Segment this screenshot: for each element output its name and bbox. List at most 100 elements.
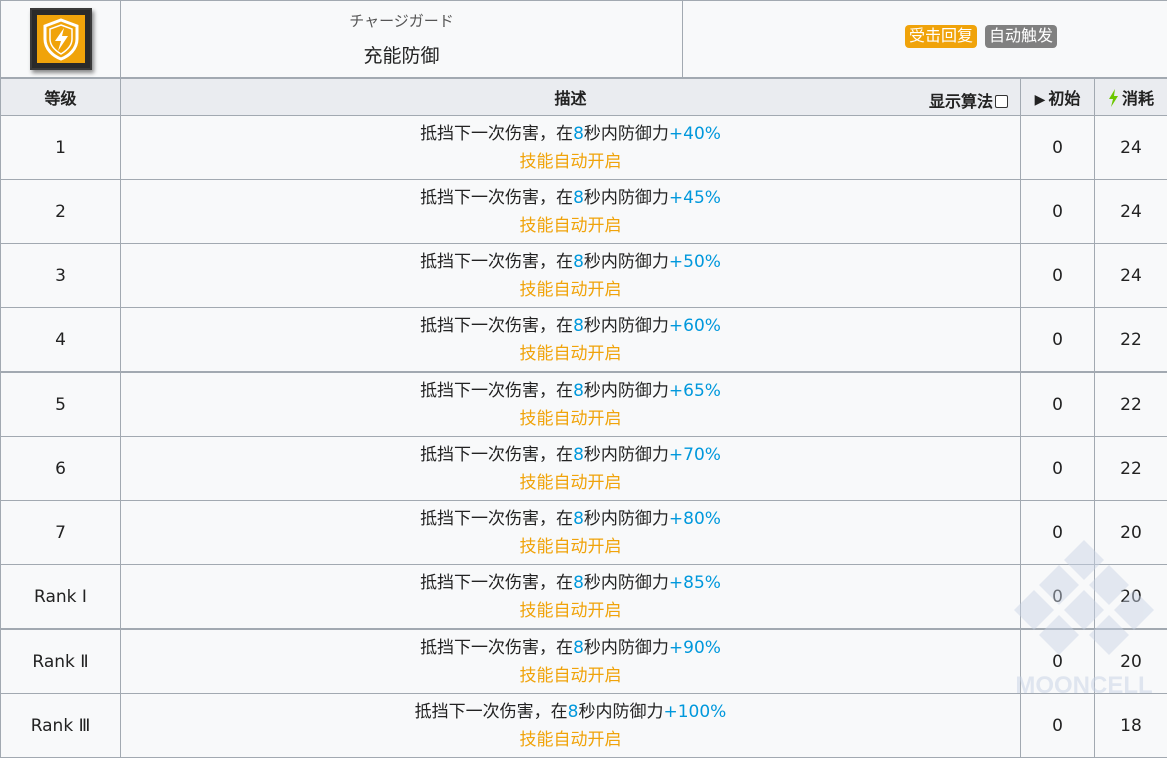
tag-hit-recovery: 受击回复 bbox=[905, 25, 977, 48]
effect-middle: 秒内防御力 bbox=[584, 573, 669, 593]
cost-cell: 20 bbox=[1095, 501, 1167, 565]
effect-prefix: 抵挡下一次伤害，在 bbox=[420, 638, 573, 658]
column-cost-label: 消耗 bbox=[1122, 89, 1154, 108]
show-algorithm-toggle[interactable]: 显示算法 bbox=[929, 88, 1008, 112]
cost-cell: 20 bbox=[1095, 629, 1167, 694]
skill-cn-name: 充能防御 bbox=[121, 41, 682, 68]
auto-start-note: 技能自动开启 bbox=[121, 276, 1020, 304]
auto-start-note: 技能自动开启 bbox=[121, 597, 1020, 625]
description-cell: 抵挡下一次伤害，在8秒内防御力+40%技能自动开启 bbox=[121, 116, 1021, 180]
auto-start-note: 技能自动开启 bbox=[121, 405, 1020, 433]
effect-middle: 秒内防御力 bbox=[578, 702, 663, 722]
effect-prefix: 抵挡下一次伤害，在 bbox=[415, 702, 568, 722]
bonus-value: +50% bbox=[669, 252, 721, 272]
initial-cell: 0 bbox=[1021, 437, 1095, 501]
column-description: 描述 显示算法 bbox=[121, 78, 1021, 116]
initial-cell: 0 bbox=[1021, 116, 1095, 180]
effect-middle: 秒内防御力 bbox=[584, 638, 669, 658]
effect-text: 抵挡下一次伤害，在8秒内防御力+60% bbox=[121, 312, 1020, 340]
bonus-value: +90% bbox=[669, 638, 721, 658]
cost-cell: 24 bbox=[1095, 244, 1167, 308]
initial-cell: 0 bbox=[1021, 244, 1095, 308]
show-algorithm-label: 显示算法 bbox=[929, 92, 993, 111]
effect-prefix: 抵挡下一次伤害，在 bbox=[420, 252, 573, 272]
effect-prefix: 抵挡下一次伤害，在 bbox=[420, 124, 573, 144]
bonus-value: +85% bbox=[669, 573, 721, 593]
effect-middle: 秒内防御力 bbox=[584, 252, 669, 272]
bonus-value: +70% bbox=[669, 445, 721, 465]
effect-middle: 秒内防御力 bbox=[584, 445, 669, 465]
skill-tags-cell: 受击回复自动触发 bbox=[683, 1, 1167, 79]
cost-cell: 24 bbox=[1095, 180, 1167, 244]
bonus-value: +80% bbox=[669, 509, 721, 529]
skill-jp-name: チャージガード bbox=[121, 10, 682, 31]
description-cell: 抵挡下一次伤害，在8秒内防御力+85%技能自动开启 bbox=[121, 565, 1021, 630]
auto-start-note: 技能自动开启 bbox=[121, 340, 1020, 368]
effect-middle: 秒内防御力 bbox=[584, 316, 669, 336]
table-row: Rank Ⅱ抵挡下一次伤害，在8秒内防御力+90%技能自动开启020 bbox=[1, 629, 1167, 694]
play-icon: ▶ bbox=[1035, 92, 1046, 108]
effect-text: 抵挡下一次伤害，在8秒内防御力+70% bbox=[121, 441, 1020, 469]
level-cell: 3 bbox=[1, 244, 121, 308]
effect-text: 抵挡下一次伤害，在8秒内防御力+90% bbox=[121, 634, 1020, 662]
auto-start-note: 技能自动开启 bbox=[121, 148, 1020, 176]
effect-text: 抵挡下一次伤害，在8秒内防御力+50% bbox=[121, 248, 1020, 276]
duration-value: 8 bbox=[573, 316, 584, 336]
level-cell: 7 bbox=[1, 501, 121, 565]
effect-text: 抵挡下一次伤害，在8秒内防御力+85% bbox=[121, 569, 1020, 597]
lightning-icon bbox=[1108, 89, 1119, 107]
description-cell: 抵挡下一次伤害，在8秒内防御力+50%技能自动开启 bbox=[121, 244, 1021, 308]
table-row: 1抵挡下一次伤害，在8秒内防御力+40%技能自动开启024 bbox=[1, 116, 1167, 180]
duration-value: 8 bbox=[573, 573, 584, 593]
shield-lightning-icon bbox=[30, 8, 92, 70]
duration-value: 8 bbox=[573, 638, 584, 658]
effect-text: 抵挡下一次伤害，在8秒内防御力+100% bbox=[121, 698, 1020, 726]
checkbox-icon[interactable] bbox=[995, 95, 1008, 108]
cost-cell: 18 bbox=[1095, 694, 1167, 758]
bonus-value: +100% bbox=[663, 702, 726, 722]
duration-value: 8 bbox=[573, 188, 584, 208]
cost-cell: 24 bbox=[1095, 116, 1167, 180]
effect-prefix: 抵挡下一次伤害，在 bbox=[420, 573, 573, 593]
duration-value: 8 bbox=[573, 124, 584, 144]
effect-prefix: 抵挡下一次伤害，在 bbox=[420, 509, 573, 529]
effect-middle: 秒内防御力 bbox=[584, 509, 669, 529]
level-cell: 2 bbox=[1, 180, 121, 244]
auto-start-note: 技能自动开启 bbox=[121, 533, 1020, 561]
table-row: Rank Ⅰ抵挡下一次伤害，在8秒内防御力+85%技能自动开启020 bbox=[1, 565, 1167, 630]
skill-table: チャージガード 充能防御 受击回复自动触发 等级 描述 显示算法 ▶初始 消耗 … bbox=[0, 0, 1167, 758]
effect-prefix: 抵挡下一次伤害，在 bbox=[420, 316, 573, 336]
cost-cell: 22 bbox=[1095, 437, 1167, 501]
duration-value: 8 bbox=[573, 381, 584, 401]
level-cell: 1 bbox=[1, 116, 121, 180]
effect-prefix: 抵挡下一次伤害，在 bbox=[420, 381, 573, 401]
auto-start-note: 技能自动开启 bbox=[121, 726, 1020, 754]
initial-cell: 0 bbox=[1021, 629, 1095, 694]
level-cell: Rank Ⅰ bbox=[1, 565, 121, 630]
initial-cell: 0 bbox=[1021, 308, 1095, 373]
column-header-row: 等级 描述 显示算法 ▶初始 消耗 bbox=[1, 78, 1167, 116]
auto-start-note: 技能自动开启 bbox=[121, 469, 1020, 497]
table-row: 5抵挡下一次伤害，在8秒内防御力+65%技能自动开启022 bbox=[1, 372, 1167, 437]
column-initial-label: 初始 bbox=[1048, 89, 1080, 108]
initial-cell: 0 bbox=[1021, 565, 1095, 630]
auto-start-note: 技能自动开启 bbox=[121, 662, 1020, 690]
tag-auto-trigger: 自动触发 bbox=[985, 25, 1057, 48]
cost-cell: 22 bbox=[1095, 372, 1167, 437]
effect-middle: 秒内防御力 bbox=[584, 381, 669, 401]
duration-value: 8 bbox=[573, 445, 584, 465]
initial-cell: 0 bbox=[1021, 180, 1095, 244]
level-cell: 4 bbox=[1, 308, 121, 373]
description-cell: 抵挡下一次伤害，在8秒内防御力+80%技能自动开启 bbox=[121, 501, 1021, 565]
effect-prefix: 抵挡下一次伤害，在 bbox=[420, 188, 573, 208]
description-cell: 抵挡下一次伤害，在8秒内防御力+70%技能自动开启 bbox=[121, 437, 1021, 501]
bonus-value: +45% bbox=[669, 188, 721, 208]
effect-prefix: 抵挡下一次伤害，在 bbox=[420, 445, 573, 465]
effect-text: 抵挡下一次伤害，在8秒内防御力+45% bbox=[121, 184, 1020, 212]
duration-value: 8 bbox=[573, 252, 584, 272]
table-row: 7抵挡下一次伤害，在8秒内防御力+80%技能自动开启020 bbox=[1, 501, 1167, 565]
column-cost: 消耗 bbox=[1095, 78, 1167, 116]
skill-icon-cell bbox=[1, 1, 121, 79]
effect-middle: 秒内防御力 bbox=[584, 188, 669, 208]
table-row: 2抵挡下一次伤害，在8秒内防御力+45%技能自动开启024 bbox=[1, 180, 1167, 244]
